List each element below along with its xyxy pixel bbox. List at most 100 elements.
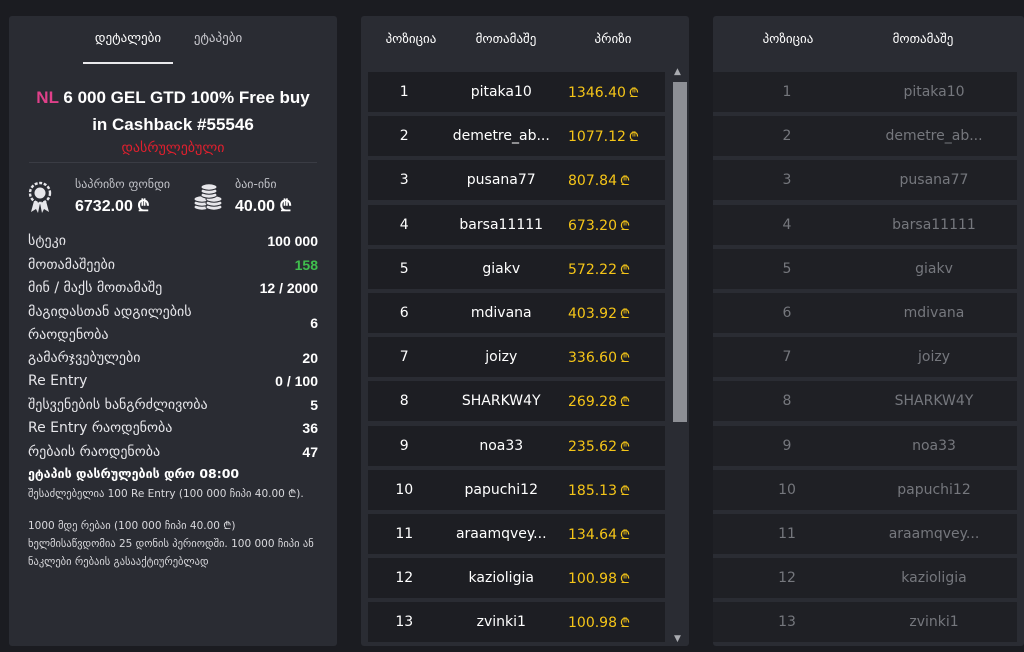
row-prize-value: 1077.12 [568, 129, 626, 146]
stat-label: შესვენების ხანგრძლივობა [28, 396, 208, 413]
row-position: 4 [782, 216, 792, 233]
row-player: pusana77 [466, 172, 536, 189]
stat-row: გამარჯვებულები 20 [28, 347, 318, 371]
stat-value: 0 / 100 [275, 373, 318, 389]
row-prize: 185.13 ₾ [562, 481, 665, 499]
table-row[interactable]: 11 araamqvey... 134.64 ₾ [368, 513, 665, 554]
stat-value: 5 [310, 396, 318, 413]
players-list[interactable]: 1 pitaka10 2 demetre_ab... 3 pusana77 4 barsa11… [713, 72, 1017, 646]
currency-icon: ₾ [620, 439, 631, 455]
buyin-value: 40.00 ₾ [235, 198, 292, 215]
stat-row: მაგიდასთან ადგილების რაოდენობა 6 [28, 301, 318, 347]
col-prize: პრიზი [594, 31, 632, 47]
row-player: pitaka10 [903, 84, 965, 100]
row-position: 10 [778, 481, 796, 498]
prize-fund-value: 6732.00 ₾ [75, 198, 150, 215]
scroll-up-icon[interactable]: ▲ [674, 67, 681, 77]
scrollbar[interactable]: ▲ ▼ [670, 66, 687, 646]
row-prize-value: 185.13 [568, 482, 617, 499]
currency-icon: ₾ [620, 616, 631, 632]
table-row[interactable]: 8 SHARKW4Y [713, 381, 1017, 422]
leaderboard-header: პოზიცია მოთამაშე პრიზი [361, 16, 689, 62]
tournament-title: NL 6 000 GEL GTD 100% Free buy in Cashba… [29, 84, 317, 138]
table-row[interactable]: 8 SHARKW4Y 269.28 ₾ [368, 381, 665, 422]
table-row[interactable]: 3 pusana77 [713, 160, 1017, 201]
row-prize: 100.98 ₾ [562, 613, 665, 631]
row-player: barsa11111 [459, 216, 544, 233]
row-player: giakv [915, 260, 953, 277]
stat-row: Re Entry 0 / 100 [28, 370, 318, 394]
table-row[interactable]: 10 papuchi12 [713, 469, 1017, 510]
row-player: zvinki1 [476, 614, 526, 631]
row-player: joizy [485, 349, 518, 366]
currency-icon: ₾ [620, 218, 631, 234]
row-position: 6 [399, 304, 409, 321]
row-position: 12 [778, 570, 796, 587]
table-row[interactable]: 12 kazioligia 100.98 ₾ [368, 558, 665, 599]
row-prize-value: 100.98 [568, 571, 617, 588]
tab-stages[interactable]: ეტაპები [173, 16, 263, 64]
table-row[interactable]: 3 pusana77 807.84 ₾ [368, 160, 665, 201]
buyin-label: ბაი-ინი [235, 177, 277, 191]
table-row[interactable]: 4 barsa11111 673.20 ₾ [368, 204, 665, 245]
table-row[interactable]: 6 mdivana 403.92 ₾ [368, 292, 665, 333]
stat-row: მინ / მაქს მოთამაშე 12 / 2000 [28, 277, 318, 301]
scrollbar-thumb[interactable] [673, 82, 687, 422]
stat-row: მოთამაშეები 158 [28, 254, 318, 278]
table-row[interactable]: 12 kazioligia [713, 558, 1017, 599]
table-row[interactable]: 2 demetre_ab... 1077.12 ₾ [368, 116, 665, 157]
table-row[interactable]: 5 giakv 572.22 ₾ [368, 248, 665, 289]
row-player: noa33 [912, 437, 956, 454]
table-row[interactable]: 9 noa33 [713, 425, 1017, 466]
stat-label: Re Entry რაოდენობა [28, 420, 173, 436]
stage-end-time: ეტაპის დასრულების დრო 08:00 [28, 466, 240, 481]
stat-value: 100 000 [267, 233, 318, 249]
table-row[interactable]: 13 zvinki1 [713, 602, 1017, 643]
row-prize: 100.98 ₾ [562, 569, 665, 587]
stat-label: Re Entry [28, 373, 88, 389]
row-prize-value: 100.98 [568, 615, 617, 632]
row-prize: 673.20 ₾ [562, 216, 665, 234]
row-position: 10 [395, 481, 414, 498]
stat-label: რებაის რაოდენობა [28, 443, 161, 460]
leaderboard-list[interactable]: 1 pitaka10 1346.40 ₾ 2 demetre_ab... 1077.12 ₾ 3… [368, 72, 665, 646]
table-row[interactable]: 7 joizy 336.60 ₾ [368, 337, 665, 378]
stat-row: Re Entry რაოდენობა 36 [28, 417, 318, 441]
row-prize: 807.84 ₾ [562, 171, 665, 189]
row-prize-value: 269.28 [568, 394, 617, 411]
row-player: papuchi12 [897, 481, 971, 498]
table-row[interactable]: 2 demetre_ab... [713, 116, 1017, 157]
row-position: 1 [782, 84, 792, 100]
scroll-down-icon[interactable]: ▼ [674, 634, 681, 644]
tournament-header: NL 6 000 GEL GTD 100% Free buy in Cashba… [9, 64, 337, 162]
table-row[interactable]: 11 araamqvey... [713, 513, 1017, 554]
row-prize: 235.62 ₾ [562, 437, 665, 455]
row-player: kazioligia [901, 570, 967, 587]
stat-value: 12 / 2000 [259, 280, 318, 296]
players-header: პოზიცია მოთამაშე [713, 16, 1024, 62]
table-row[interactable]: 1 pitaka10 [713, 72, 1017, 112]
table-row[interactable]: 6 mdivana [713, 292, 1017, 333]
stat-value: 6 [310, 315, 318, 331]
table-row[interactable]: 4 barsa11111 [713, 204, 1017, 245]
tab-details[interactable]: დეტალები [83, 16, 173, 64]
table-row[interactable]: 10 papuchi12 185.13 ₾ [368, 469, 665, 510]
col-position: პოზიცია [385, 31, 437, 47]
stat-row: რებაის რაოდენობა 47 [28, 441, 318, 465]
col-position: პოზიცია [762, 31, 814, 47]
table-row[interactable]: 5 giakv [713, 248, 1017, 289]
row-position: 8 [782, 393, 792, 410]
currency-icon: ₾ [620, 262, 631, 278]
row-position: 13 [395, 614, 414, 631]
row-position: 7 [782, 349, 792, 366]
stat-row: შესვენების ხანგრძლივობა 5 [28, 394, 318, 418]
stat-row: სტეკი 100 000 [28, 230, 318, 254]
table-row[interactable]: 9 noa33 235.62 ₾ [368, 425, 665, 466]
row-player: araamqvey... [888, 525, 980, 542]
table-row[interactable]: 1 pitaka10 1346.40 ₾ [368, 72, 665, 112]
table-row[interactable]: 7 joizy [713, 337, 1017, 378]
row-player: pusana77 [899, 172, 969, 189]
prize-fund-label: საპრიზო ფონდი [75, 177, 171, 191]
row-player: demetre_ab... [452, 128, 550, 145]
table-row[interactable]: 13 zvinki1 100.98 ₾ [368, 602, 665, 643]
